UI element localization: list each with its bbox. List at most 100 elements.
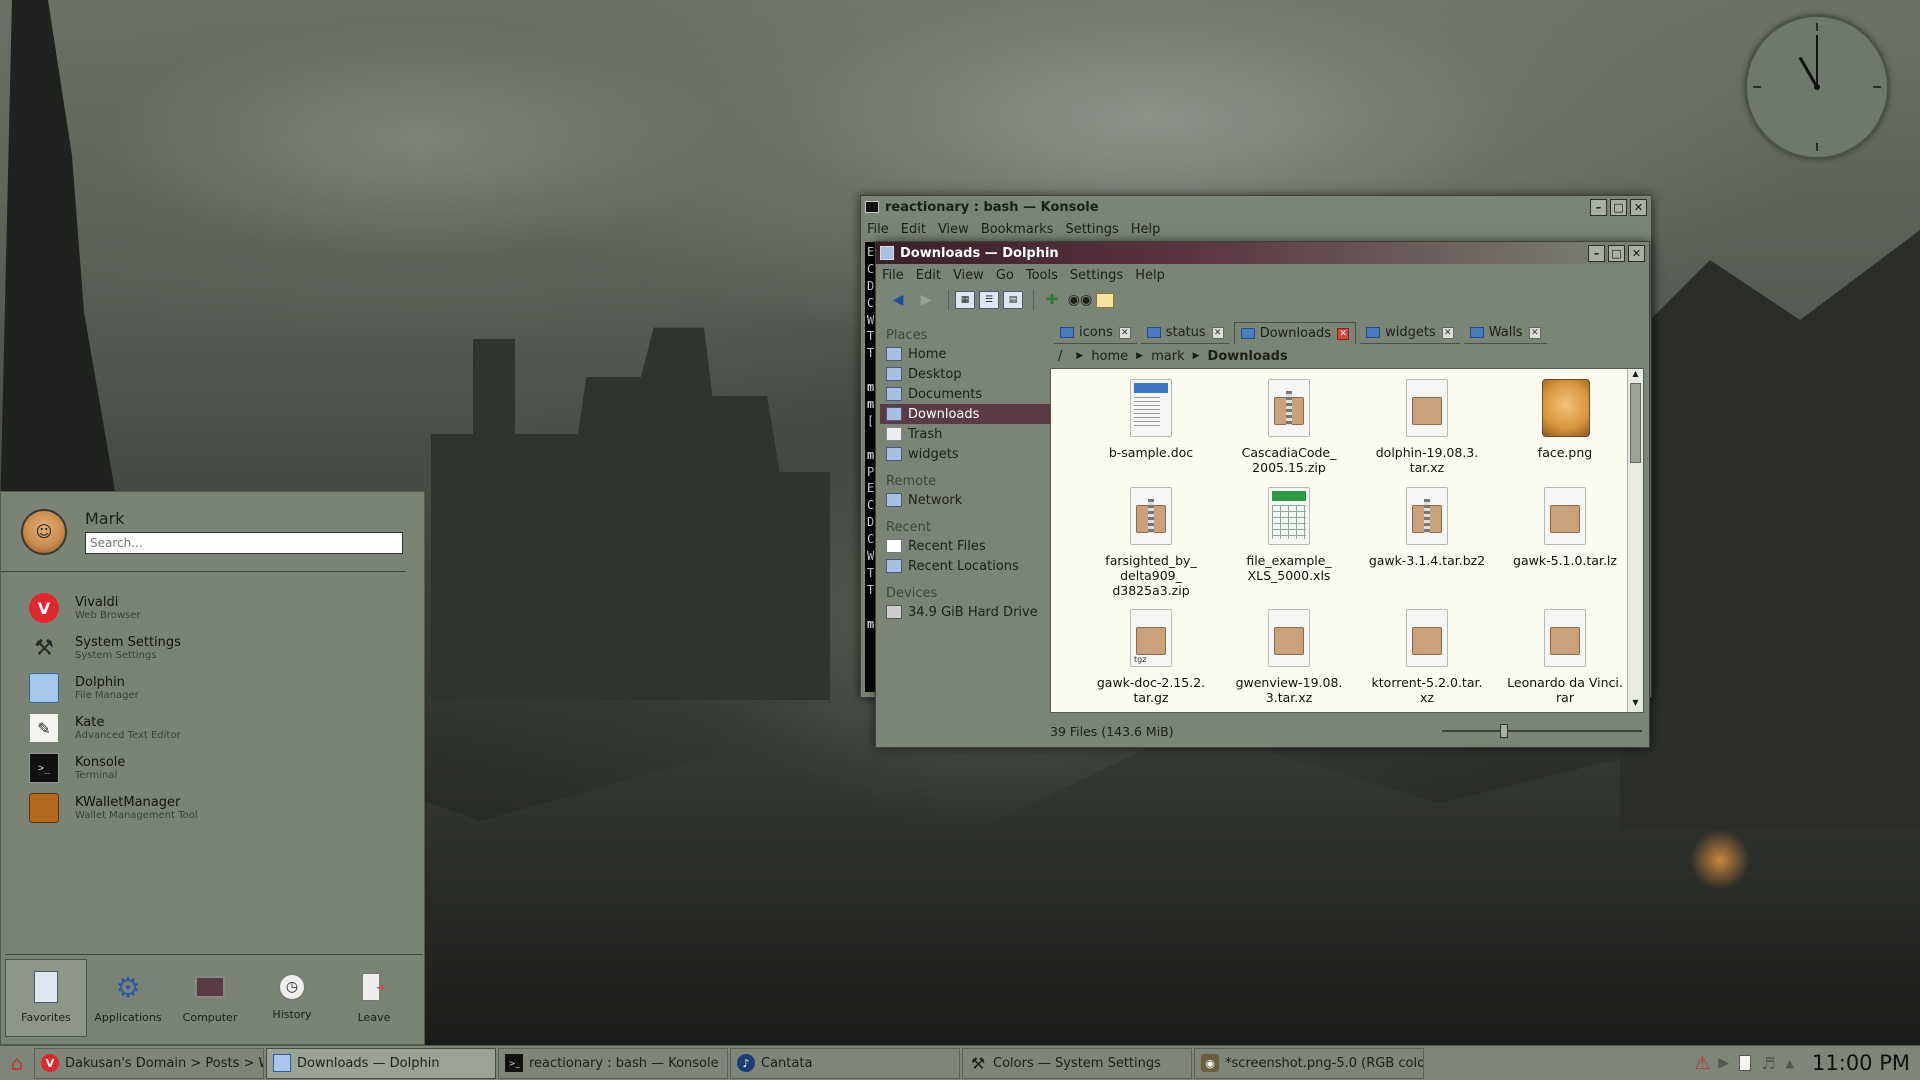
- task-cantata[interactable]: ♪ Cantata: [730, 1047, 960, 1079]
- favorite-dolphin[interactable]: Dolphin File Manager: [1, 668, 424, 708]
- dolphin-menu-edit[interactable]: Edit: [916, 268, 941, 283]
- tab-close-icon[interactable]: ✕: [1211, 326, 1224, 339]
- place-widgets[interactable]: widgets: [880, 444, 1050, 464]
- file-view[interactable]: b-sample.doc CascadiaCode_ 2005.15.zip dolp…: [1050, 368, 1644, 713]
- konsole-menu-file[interactable]: File: [867, 222, 889, 237]
- dolphin-menu-view[interactable]: View: [953, 268, 984, 283]
- find-binoculars-icon[interactable]: ◉◉: [1068, 289, 1092, 311]
- forward-arrow-icon[interactable]: ▶: [914, 289, 938, 311]
- tab-close-icon[interactable]: ✕: [1528, 326, 1541, 339]
- tab-widgets[interactable]: widgets ✕: [1360, 322, 1460, 344]
- favorite-kate[interactable]: ✎ Kate Advanced Text Editor: [1, 708, 424, 748]
- file-item[interactable]: farsighted_by_ delta909_ d3825a3.zip: [1086, 487, 1216, 598]
- vertical-scrollbar[interactable]: ▲ ▼: [1627, 369, 1643, 712]
- tab-applications[interactable]: ⚙ Applications: [87, 959, 169, 1037]
- file-item[interactable]: file_example_ XLS_5000.xls: [1224, 487, 1354, 583]
- tab-leave[interactable]: ➜ Leave: [333, 959, 415, 1037]
- close-icon[interactable]: ✕: [1628, 244, 1645, 262]
- zoom-slider[interactable]: [1442, 724, 1642, 738]
- task-vivaldi[interactable]: V Dakusan's Domain > Posts > Wi...: [34, 1047, 264, 1079]
- taskbar-clock[interactable]: 11:00 PM: [1812, 1051, 1910, 1075]
- favorite-system-settings[interactable]: ⚒ System Settings System Settings: [1, 628, 424, 668]
- breadcrumb-home[interactable]: home: [1091, 349, 1128, 364]
- volume-icon[interactable]: ♬: [1761, 1054, 1775, 1073]
- konsole-titlebar[interactable]: reactionary : bash — Konsole – □ ✕: [861, 196, 1651, 218]
- konsole-menu-settings[interactable]: Settings: [1065, 222, 1118, 237]
- place-documents[interactable]: Documents: [880, 384, 1050, 404]
- user-avatar[interactable]: ☺: [21, 508, 67, 555]
- tab-close-icon[interactable]: ✕: [1337, 327, 1350, 340]
- tab-status[interactable]: status ✕: [1140, 322, 1230, 344]
- tab-downloads[interactable]: Downloads ✕: [1233, 322, 1357, 344]
- icons-view-icon[interactable]: ▦: [955, 291, 975, 309]
- tab-history[interactable]: ◷ History: [251, 959, 333, 1037]
- scroll-up-icon[interactable]: ▲: [1628, 369, 1643, 383]
- file-item[interactable]: CascadiaCode_ 2005.15.zip: [1224, 379, 1354, 475]
- place-network[interactable]: Network: [880, 490, 1050, 510]
- dolphin-menu-go[interactable]: Go: [996, 268, 1014, 283]
- favorite-kwalletmanager[interactable]: KWalletManager Wallet Management Tool: [1, 788, 424, 828]
- tab-favorites[interactable]: Favorites: [5, 958, 87, 1037]
- file-item[interactable]: gawk-5.1.0.tar.lz: [1500, 487, 1630, 568]
- search-input[interactable]: [85, 532, 403, 554]
- tab-close-icon[interactable]: ✕: [1441, 326, 1454, 339]
- split-view-icon[interactable]: ✚: [1040, 289, 1064, 311]
- place-trash[interactable]: Trash: [880, 424, 1050, 444]
- compact-view-icon[interactable]: ☰: [979, 291, 999, 309]
- launcher-button[interactable]: ⌂: [0, 1047, 34, 1080]
- file-item[interactable]: Leonardo da Vinci. rar: [1500, 609, 1630, 705]
- dolphin-menu-tools[interactable]: Tools: [1026, 268, 1058, 283]
- konsole-menu-help[interactable]: Help: [1131, 222, 1161, 237]
- dolphin-titlebar[interactable]: Downloads — Dolphin – □ ✕: [876, 242, 1649, 264]
- place-downloads[interactable]: Downloads: [880, 404, 1050, 424]
- tab-computer[interactable]: Computer: [169, 959, 251, 1037]
- tab-walls[interactable]: Walls ✕: [1463, 322, 1547, 344]
- konsole-menu-bookmarks[interactable]: Bookmarks: [981, 222, 1054, 237]
- dolphin-menu-help[interactable]: Help: [1135, 268, 1165, 283]
- tray-expand-icon[interactable]: ▲: [1786, 1057, 1794, 1070]
- breadcrumb-mark[interactable]: mark: [1151, 349, 1185, 364]
- breadcrumb-root[interactable]: /: [1058, 349, 1062, 364]
- minimize-icon[interactable]: –: [1588, 244, 1605, 262]
- task-dolphin[interactable]: Downloads — Dolphin: [266, 1047, 496, 1079]
- dolphin-window[interactable]: Downloads — Dolphin – □ ✕ File Edit View…: [875, 241, 1650, 748]
- file-item[interactable]: face.png: [1500, 379, 1630, 460]
- task-gimp[interactable]: ◉ *screenshot.png-5.0 (RGB color...: [1194, 1047, 1424, 1079]
- favorite-konsole[interactable]: >_ Konsole Terminal: [1, 748, 424, 788]
- file-item[interactable]: gwenview-19.08. 3.tar.xz: [1224, 609, 1354, 705]
- file-item[interactable]: dolphin-19.08.3. tar.xz: [1362, 379, 1492, 475]
- file-item[interactable]: ktorrent-5.2.0.tar. xz: [1362, 609, 1492, 705]
- clipboard-icon[interactable]: [1739, 1055, 1752, 1071]
- place-recent-locations[interactable]: Recent Locations: [880, 556, 1050, 576]
- dolphin-menu-settings[interactable]: Settings: [1070, 268, 1123, 283]
- scrollbar-thumb[interactable]: [1630, 383, 1641, 463]
- file-item[interactable]: b-sample.doc: [1086, 379, 1216, 460]
- task-konsole[interactable]: >_ reactionary : bash — Konsole: [498, 1047, 728, 1079]
- place-hard-drive[interactable]: 34.9 GiB Hard Drive: [880, 602, 1050, 622]
- media-play-icon[interactable]: ▶: [1718, 1055, 1729, 1071]
- place-home[interactable]: Home: [880, 344, 1050, 364]
- maximize-icon[interactable]: □: [1608, 244, 1625, 262]
- breadcrumb-current[interactable]: Downloads: [1208, 349, 1288, 364]
- details-view-icon[interactable]: ▤: [1003, 291, 1023, 309]
- file-item[interactable]: tgz gawk-doc-2.15.2. tar.gz: [1086, 609, 1216, 705]
- back-arrow-icon[interactable]: ◀: [886, 289, 910, 311]
- file-item[interactable]: gawk-3.1.4.tar.bz2: [1362, 487, 1492, 568]
- zoom-slider-handle[interactable]: [1500, 724, 1508, 738]
- minimize-icon[interactable]: –: [1590, 198, 1607, 216]
- dolphin-menu-file[interactable]: File: [882, 268, 904, 283]
- maximize-icon[interactable]: □: [1610, 198, 1627, 216]
- favorite-vivaldi[interactable]: V Vivaldi Web Browser: [1, 588, 424, 628]
- tab-icons[interactable]: icons ✕: [1054, 322, 1137, 344]
- konsole-menu-edit[interactable]: Edit: [901, 222, 926, 237]
- place-recent-files[interactable]: Recent Files: [880, 536, 1050, 556]
- tab-close-icon[interactable]: ✕: [1118, 326, 1131, 339]
- place-desktop[interactable]: Desktop: [880, 364, 1050, 384]
- warning-icon[interactable]: ⚠: [1694, 1053, 1710, 1074]
- new-folder-icon[interactable]: [1096, 292, 1114, 308]
- file-name: gawk-3.1.4.tar.bz2: [1369, 553, 1485, 568]
- close-icon[interactable]: ✕: [1630, 198, 1647, 216]
- task-system-settings[interactable]: ⚒ Colors — System Settings: [962, 1047, 1192, 1079]
- scroll-down-icon[interactable]: ▼: [1628, 698, 1643, 712]
- konsole-menu-view[interactable]: View: [938, 222, 969, 237]
